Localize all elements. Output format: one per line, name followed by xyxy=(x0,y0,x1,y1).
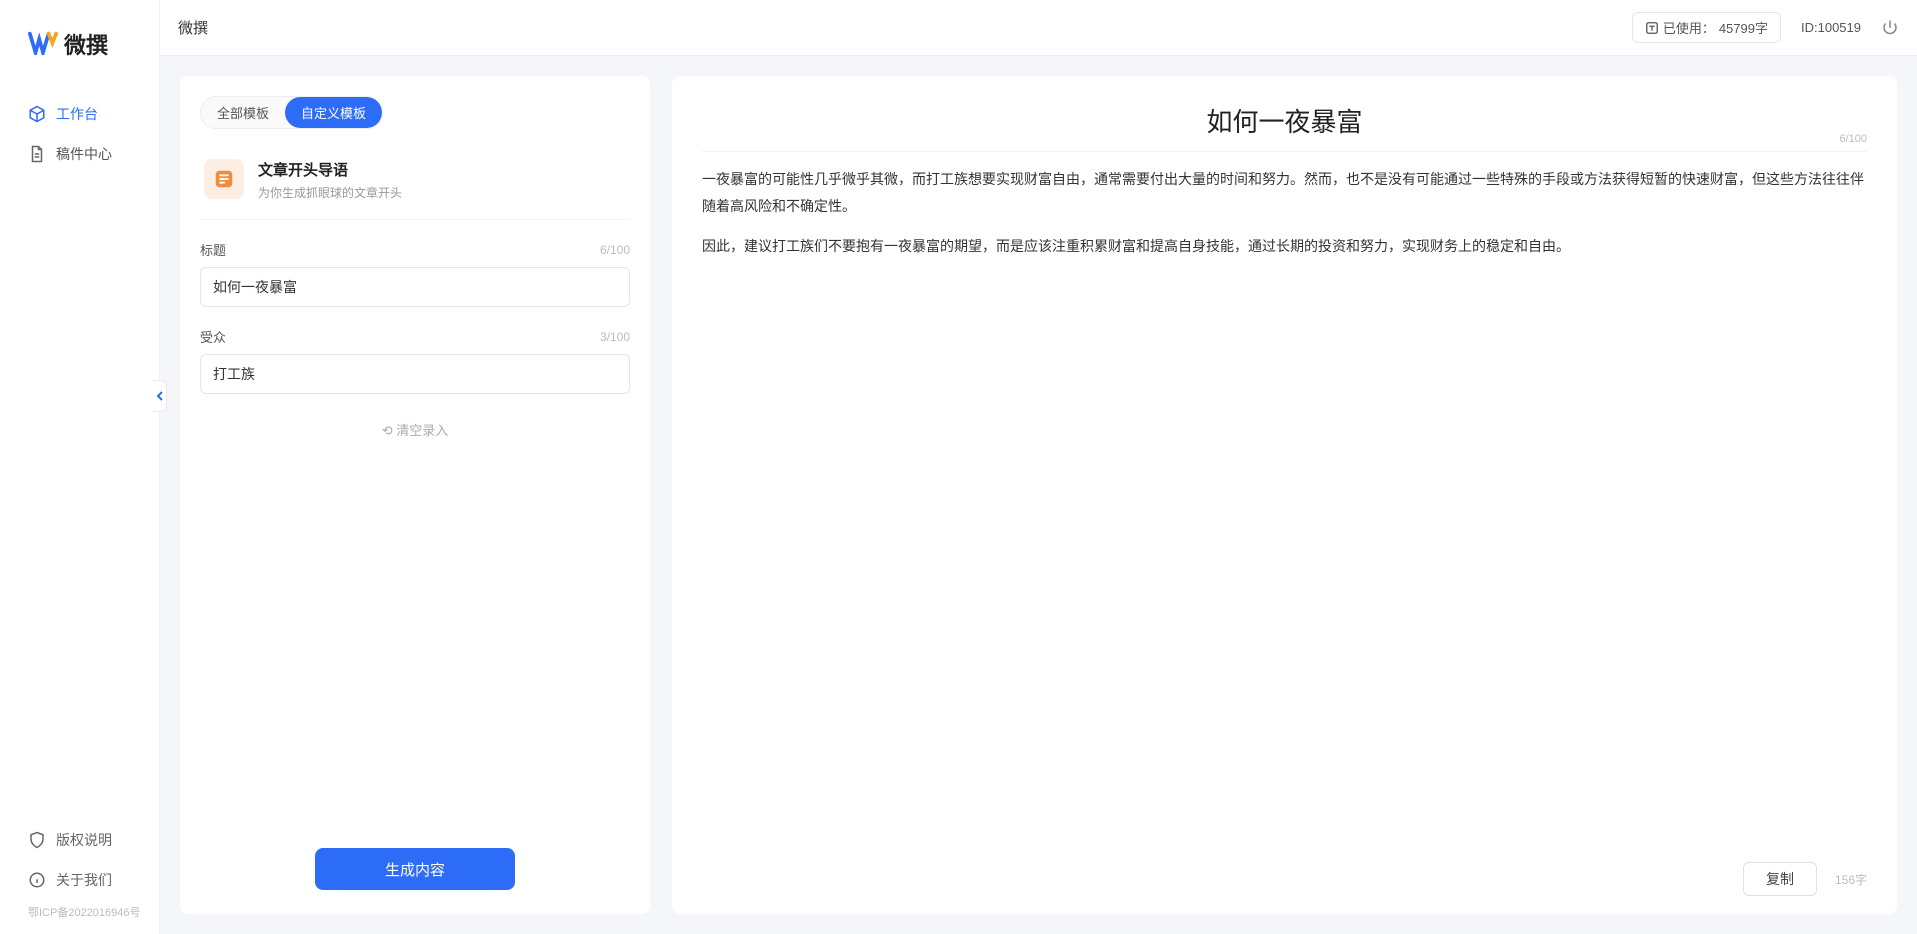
output-paragraph: 因此，建议打工族们不要抱有一夜暴富的期望，而是应该注重积累财富和提高自身技能，通… xyxy=(702,233,1867,260)
nav-item-workspace[interactable]: 工作台 xyxy=(0,94,159,134)
audience-input[interactable] xyxy=(200,354,630,394)
field-count: 3/100 xyxy=(600,330,630,344)
tabs: 全部模板 自定义模板 xyxy=(200,96,630,129)
tab-all-templates[interactable]: 全部模板 xyxy=(201,97,285,128)
text-icon xyxy=(1645,21,1659,35)
topbar: 微撰 已使用： 45799字 ID:100519 xyxy=(160,0,1917,56)
shield-icon xyxy=(28,831,46,849)
output-title: 如何一夜暴富 xyxy=(702,102,1867,139)
clear-inputs-link[interactable]: ⟲ 清空录入 xyxy=(200,420,630,439)
field-title: 标题 6/100 xyxy=(200,240,630,307)
nav-item-label: 工作台 xyxy=(56,104,98,124)
tab-custom-template[interactable]: 自定义模板 xyxy=(285,97,382,128)
nav: 工作台 稿件中心 xyxy=(0,84,159,812)
output-title-count: 6/100 xyxy=(1839,133,1867,145)
output-header: 如何一夜暴富 6/100 xyxy=(702,102,1867,152)
field-count: 6/100 xyxy=(600,243,630,257)
char-count: 156字 xyxy=(1835,871,1867,888)
logo-mark-icon xyxy=(28,31,58,58)
output-footer: 复制 156字 xyxy=(702,852,1867,896)
nav-item-about[interactable]: 关于我们 xyxy=(0,860,159,900)
usage-badge[interactable]: 已使用： 45799字 xyxy=(1632,12,1781,43)
sidebar-collapse-toggle[interactable] xyxy=(153,380,167,412)
logo: 微撰 xyxy=(0,0,159,84)
nav-item-copyright[interactable]: 版权说明 xyxy=(0,820,159,860)
page-title: 微撰 xyxy=(178,17,208,38)
logo-text: 微撰 xyxy=(64,28,108,60)
template-desc: 为你生成抓眼球的文章开头 xyxy=(258,184,402,201)
field-audience: 受众 3/100 xyxy=(200,327,630,394)
field-label: 受众 xyxy=(200,327,226,346)
usage-label: 已使用： xyxy=(1663,18,1715,37)
template-name: 文章开头导语 xyxy=(258,159,402,180)
icp-license: 鄂ICP备2022016946号 xyxy=(0,900,159,920)
nav-item-label: 版权说明 xyxy=(56,830,112,850)
main: 微撰 已使用： 45799字 ID:100519 全部模板 自定义模板 xyxy=(160,0,1917,934)
template-icon xyxy=(204,159,244,199)
nav-item-label: 稿件中心 xyxy=(56,144,112,164)
field-label: 标题 xyxy=(200,240,226,259)
template-card: 文章开头导语 为你生成抓眼球的文章开头 xyxy=(200,149,630,220)
cube-icon xyxy=(28,105,46,123)
form-panel: 全部模板 自定义模板 文章开头导语 为你生成抓眼球的文章开头 标题 xyxy=(180,76,650,914)
nav-item-label: 关于我们 xyxy=(56,870,112,890)
chevron-left-icon xyxy=(156,391,164,401)
copy-button[interactable]: 复制 xyxy=(1743,862,1817,896)
output-body: 一夜暴富的可能性几乎微乎其微，而打工族想要实现财富自由，通常需要付出大量的时间和… xyxy=(702,166,1867,274)
logout-button[interactable] xyxy=(1881,19,1899,37)
output-paragraph: 一夜暴富的可能性几乎微乎其微，而打工族想要实现财富自由，通常需要付出大量的时间和… xyxy=(702,166,1867,219)
power-icon xyxy=(1881,19,1899,37)
user-id: ID:100519 xyxy=(1801,20,1861,35)
document-icon xyxy=(28,145,46,163)
usage-value: 45799字 xyxy=(1719,18,1768,37)
generate-button[interactable]: 生成内容 xyxy=(315,848,515,890)
nav-item-drafts[interactable]: 稿件中心 xyxy=(0,134,159,174)
output-panel: 如何一夜暴富 6/100 一夜暴富的可能性几乎微乎其微，而打工族想要实现财富自由… xyxy=(672,76,1897,914)
sidebar-footer: 版权说明 关于我们 鄂ICP备2022016946号 xyxy=(0,812,159,934)
sidebar: 微撰 工作台 稿件中心 版权说明 xyxy=(0,0,160,934)
title-input[interactable] xyxy=(200,267,630,307)
info-icon xyxy=(28,871,46,889)
